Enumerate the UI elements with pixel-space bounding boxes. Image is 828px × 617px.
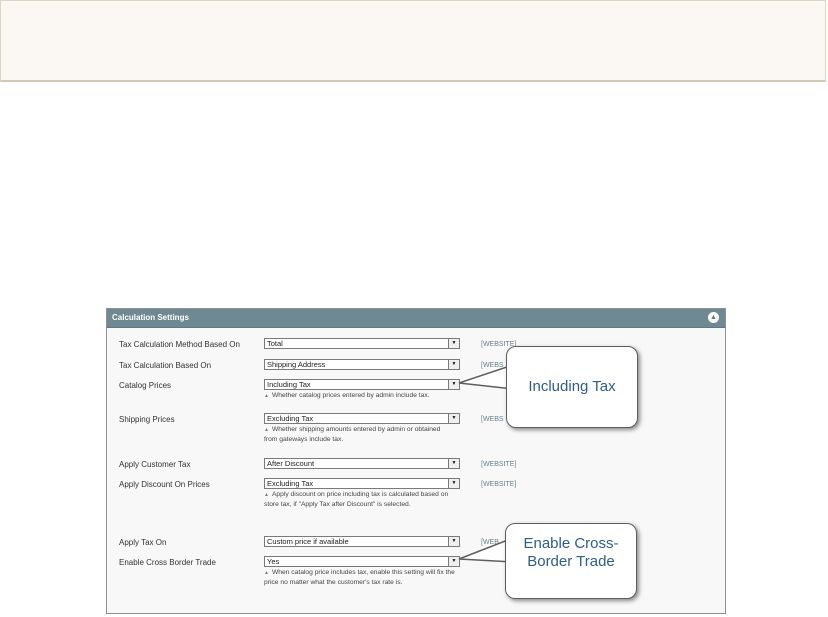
including-tax-callout: Including Tax <box>506 346 638 428</box>
setting-label: Tax Calculation Based On <box>119 361 212 370</box>
top-note-box <box>0 0 826 82</box>
field-note: ▲ Whether catalog prices entered by admin… <box>264 391 464 401</box>
note-text: When catalog price includes tax, enable … <box>264 569 455 586</box>
setting-label: Shipping Prices <box>119 415 175 424</box>
note-text: Whether catalog prices entered by admin … <box>271 392 430 399</box>
panel-header[interactable]: Calculation Settings ▲ <box>107 309 725 328</box>
chevron-down-icon[interactable]: ▼ <box>448 479 459 488</box>
select-value: Including Tax <box>267 380 311 389</box>
note-arrow-icon: ▲ <box>264 492 269 498</box>
select-value: Excluding Tax <box>267 414 314 423</box>
callout-text: Enable Cross-Border Trade <box>523 535 619 570</box>
field-note: ▲ Whether shipping amounts entered by adm… <box>264 425 444 444</box>
chevron-down-icon[interactable]: ▼ <box>448 459 459 468</box>
note-arrow-icon: ▲ <box>264 393 269 399</box>
tax-based-on-select[interactable]: Shipping Address ▼ <box>264 359 460 370</box>
note-text: Apply discount on price including tax is… <box>264 491 449 508</box>
setting-label: Tax Calculation Method Based On <box>119 340 240 349</box>
scope-label: [WEBSITE] <box>481 481 517 488</box>
setting-label: Apply Tax On <box>119 538 167 547</box>
select-value: After Discount <box>267 459 315 468</box>
chevron-down-icon[interactable]: ▼ <box>448 339 459 348</box>
panel-title: Calculation Settings <box>112 313 189 322</box>
select-value: Excluding Tax <box>267 479 314 488</box>
setting-label: Catalog Prices <box>119 381 172 390</box>
discount-on-prices-select[interactable]: Excluding Tax ▼ <box>264 478 460 489</box>
apply-tax-on-select[interactable]: Custom price if available ▼ <box>264 536 460 547</box>
select-value: Yes <box>267 557 280 566</box>
select-value: Total <box>267 339 283 348</box>
cross-border-callout: Enable Cross-Border Trade <box>505 523 637 599</box>
select-value: Shipping Address <box>267 360 326 369</box>
note-text: Whether shipping amounts entered by admi… <box>264 426 441 443</box>
tax-method-select[interactable]: Total ▼ <box>264 338 460 349</box>
note-arrow-icon: ▲ <box>264 427 269 433</box>
field-note: ▲ When catalog price includes tax, enable… <box>264 568 469 587</box>
shipping-prices-select[interactable]: Excluding Tax ▼ <box>264 413 460 424</box>
callout-text: Including Tax <box>528 378 616 395</box>
collapse-icon[interactable]: ▲ <box>708 312 719 323</box>
field-note: ▲ Apply discount on price including tax i… <box>264 490 454 509</box>
cross-border-trade-select[interactable]: Yes ▼ <box>264 556 460 567</box>
customer-tax-select[interactable]: After Discount ▼ <box>264 458 460 469</box>
select-value: Custom price if available <box>267 537 349 546</box>
note-arrow-icon: ▲ <box>264 570 269 576</box>
setting-label: Apply Discount On Prices <box>119 480 210 489</box>
scope-label: [WEBS <box>481 416 504 423</box>
catalog-prices-select[interactable]: Including Tax ▼ <box>264 379 460 390</box>
setting-label: Enable Cross Border Trade <box>119 558 216 567</box>
setting-label: Apply Customer Tax <box>119 460 191 469</box>
scope-label: [WEBSITE] <box>481 461 517 468</box>
chevron-down-icon[interactable]: ▼ <box>448 414 459 423</box>
